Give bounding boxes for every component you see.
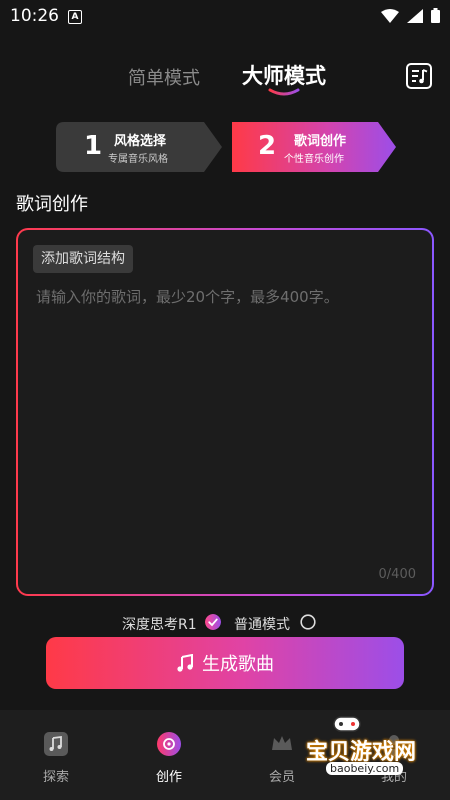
section-title: 歌词创作 <box>16 194 88 215</box>
nav-label-explore: 探索 <box>42 770 69 785</box>
generation-options: 深度思考R1 普通模式 <box>0 612 450 634</box>
lyrics-box: 添加歌词结构 0/400 <box>16 228 434 596</box>
nav-label-create: 创作 <box>155 770 182 785</box>
step-progress: 1 风格选择 专属音乐风格 2 歌词创作 个性音乐创作 <box>56 122 396 172</box>
step-2-subtitle: 个性音乐创作 <box>284 154 344 165</box>
step-2-number: 2 <box>258 131 277 161</box>
disc-icon <box>157 732 181 756</box>
add-lyrics-structure-button[interactable]: 添加歌词结构 <box>33 245 133 273</box>
normal-mode-radio-icon[interactable] <box>300 614 316 630</box>
normal-mode-label[interactable]: 普通模式 <box>234 614 290 634</box>
lyrics-input[interactable] <box>32 282 425 540</box>
step-1-title: 风格选择 <box>114 134 167 149</box>
deep-think-label[interactable]: 深度思考R1 <box>122 614 197 634</box>
deep-think-checked-icon[interactable] <box>205 614 221 630</box>
lyrics-inner: 添加歌词结构 0/400 <box>18 230 432 594</box>
crown-icon <box>272 736 292 750</box>
status-bar: 10:26 A <box>0 0 450 32</box>
step-lyrics-create[interactable]: 2 歌词创作 个性音乐创作 <box>232 122 396 172</box>
nav-item-explore[interactable]: 探索 <box>16 710 96 800</box>
wifi-icon <box>381 8 399 23</box>
step-1-subtitle: 专属音乐风格 <box>108 154 168 165</box>
a-icon: A <box>68 10 82 24</box>
char-count: 0/400 <box>378 567 416 582</box>
tab-master-mode[interactable]: 大师模式 <box>242 60 326 90</box>
music-note-icon <box>177 654 193 672</box>
tab-simple-mode[interactable]: 简单模式 <box>128 64 200 90</box>
status-time: 10:26 <box>10 6 59 26</box>
battery-icon <box>431 8 440 23</box>
music-list-icon[interactable] <box>405 62 433 90</box>
step-2-title: 歌词创作 <box>294 134 347 149</box>
signal-icon <box>407 8 423 23</box>
gamepad-icon <box>333 716 361 732</box>
active-tab-indicator <box>268 88 300 96</box>
watermark-url: baobeiy.com <box>326 762 404 775</box>
watermark: 宝贝游戏网 baobeiy.com <box>292 716 432 788</box>
step-1-number: 1 <box>84 131 103 161</box>
generate-song-button[interactable]: 生成歌曲 <box>46 637 404 689</box>
step-style-select[interactable]: 1 风格选择 专属音乐风格 <box>56 122 222 172</box>
nav-item-create[interactable]: 创作 <box>129 710 209 800</box>
status-icons <box>381 8 440 23</box>
mode-tabs: 简单模式 大师模式 <box>0 58 450 102</box>
music-note-square-icon <box>44 732 68 756</box>
generate-song-label: 生成歌曲 <box>202 654 274 675</box>
